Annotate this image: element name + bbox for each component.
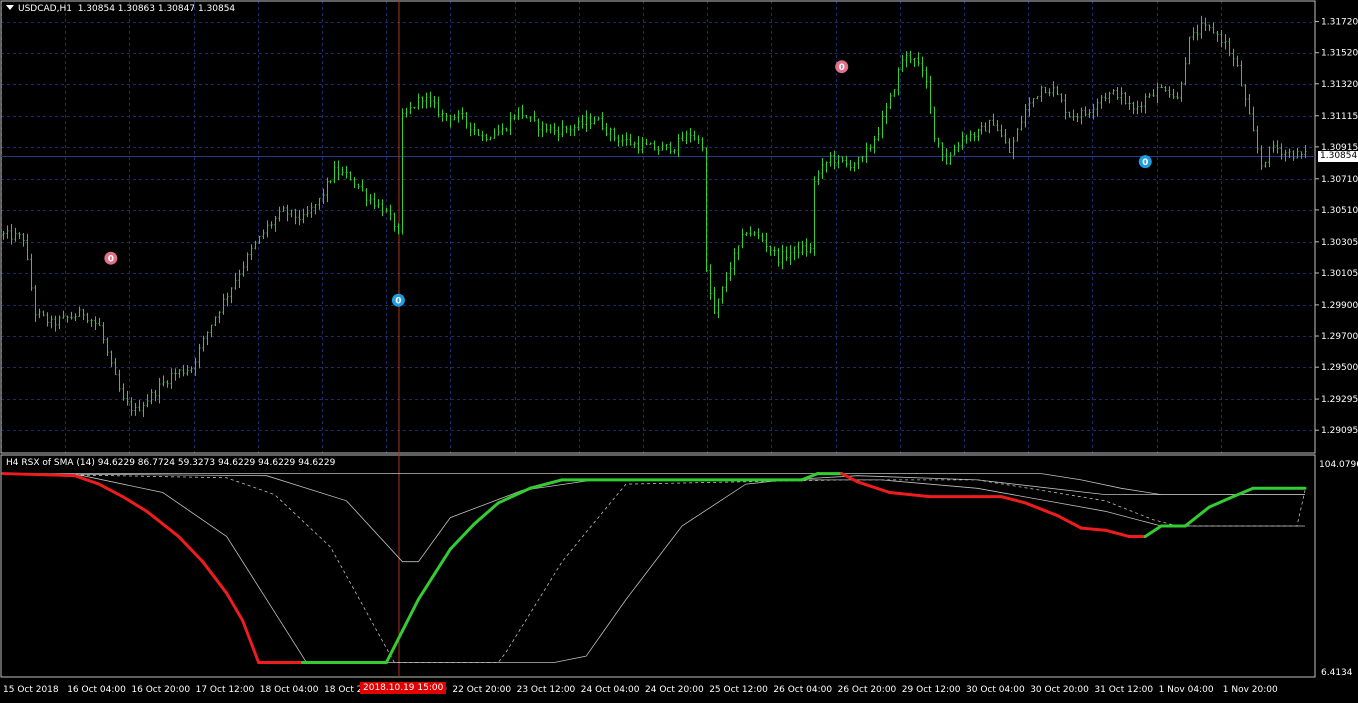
price-tick-label: 1.30105 xyxy=(1321,269,1358,279)
time-tick-label: 18 Oct 04:00 xyxy=(260,685,319,695)
rsx-segment xyxy=(800,472,820,482)
time-tick-label: 30 Oct 20:00 xyxy=(1030,685,1089,695)
symbol-label: USDCAD,H1 xyxy=(18,4,72,14)
grid xyxy=(1,1,1315,453)
rsx-segment xyxy=(97,482,125,499)
price-tick-label: 1.29900 xyxy=(1321,301,1358,311)
indicator-scale-min: 6.4134 xyxy=(1321,668,1353,678)
rsx-segment xyxy=(1103,528,1131,539)
price-tick-label: 1.31115 xyxy=(1321,112,1358,122)
signal-marker-label: 0 xyxy=(395,297,401,307)
time-tick-label: 16 Oct 20:00 xyxy=(131,685,190,695)
time-tick-label: 25 Oct 12:00 xyxy=(709,685,768,695)
time-tick-label: 23 Oct 12:00 xyxy=(517,685,576,695)
time-tick-label: 31 Oct 12:00 xyxy=(1094,685,1153,695)
rsx-segment xyxy=(856,480,892,494)
time-tick-label: 29 Oct 12:00 xyxy=(902,685,961,695)
chart-window[interactable]: 0000 1.31720 1.31520 1.31320 1.31115 1.30915… xyxy=(0,0,1358,700)
chart-canvas[interactable]: 0000 1.317201.315201.313201.311151.30915… xyxy=(0,0,1358,700)
rsx-segment xyxy=(177,535,205,564)
rsx-segment xyxy=(1231,486,1255,499)
rsx-segment xyxy=(400,598,420,633)
rsx-segment xyxy=(241,618,261,664)
signal-marker-label: 0 xyxy=(839,63,845,73)
indicator-scale-max: 104.0796 xyxy=(1319,460,1358,470)
rsx-segment xyxy=(1207,495,1235,509)
rsx-segment xyxy=(1055,514,1083,530)
time-tick-label: 15 Oct 2018 xyxy=(3,685,59,695)
chart-title: USDCAD,H1 1.30854 1.30863 1.30847 1.3085… xyxy=(6,4,235,14)
rsx-segment xyxy=(121,495,149,513)
rsx-segment xyxy=(1079,526,1107,532)
time-tick-label: 22 Oct 20:00 xyxy=(452,685,511,695)
rsx-segment xyxy=(999,495,1027,505)
rsx-segment xyxy=(496,486,532,505)
time-tick-label: 17 Oct 12:00 xyxy=(196,685,255,695)
rsx-segment xyxy=(145,509,181,539)
time-tick-label: 18 Oct 2 xyxy=(324,685,362,695)
price-tick-label: 1.30510 xyxy=(1321,206,1358,216)
rsx-segment xyxy=(384,629,404,664)
current-price-tag: 1.30854 xyxy=(1318,150,1358,162)
time-tick-label: 1 Nov 04:00 xyxy=(1159,685,1214,695)
rsx-segment xyxy=(448,522,476,551)
price-tick-label: 1.30305 xyxy=(1321,238,1358,248)
time-tick-label: 24 Oct 20:00 xyxy=(645,685,704,695)
price-tick-label: 1.29700 xyxy=(1321,332,1358,342)
rsx-segment xyxy=(1183,505,1211,528)
rsx-segment xyxy=(1,472,77,478)
rsx-segment xyxy=(201,560,229,595)
time-axis: 15 Oct 2018 16 Oct 04:00 16 Oct 20:00 17 Oc… xyxy=(3,685,1278,695)
indicator-line-level-thin-1 xyxy=(2,473,1305,663)
main-chart-border xyxy=(0,0,1316,454)
time-tick-label: 24 Oct 04:00 xyxy=(581,685,640,695)
time-axis-highlight: 2018.10.19 15:00 xyxy=(360,682,447,694)
time-tick-label: 30 Oct 04:00 xyxy=(966,685,1025,695)
rsx-segment xyxy=(1143,524,1163,539)
price-tick-label: 1.31720 xyxy=(1321,18,1358,28)
signal-marker-label: 0 xyxy=(1142,158,1148,168)
time-tick-label: 16 Oct 04:00 xyxy=(67,685,126,695)
price-axis: 1.317201.315201.313201.311151.309151.307… xyxy=(1315,18,1358,678)
rsx-segment xyxy=(1023,501,1059,518)
indicator-line-level-thin-3 xyxy=(2,473,1305,563)
price-tick-label: 1.29295 xyxy=(1321,395,1358,405)
rsx-segment xyxy=(225,591,245,622)
signal-markers: 0 0 0 0 xyxy=(104,60,1152,307)
rsx-segment xyxy=(888,490,932,499)
price-tick-label: 1.30710 xyxy=(1321,175,1358,185)
price-tick-label: 1.31520 xyxy=(1321,49,1358,59)
indicator-lines xyxy=(2,473,1306,663)
time-tick-label: 26 Oct 04:00 xyxy=(773,685,832,695)
signal-marker-label: 0 xyxy=(108,255,114,265)
time-tick-label: 1 Nov 20:00 xyxy=(1223,685,1278,695)
price-candles xyxy=(2,15,1307,417)
indicator-line-upper xyxy=(3,473,1305,496)
dropdown-triangle-icon[interactable] xyxy=(6,5,14,10)
indicator-border xyxy=(0,454,1316,678)
price-tick-label: 1.29095 xyxy=(1321,426,1358,436)
indicator-rsx-line xyxy=(1,472,1307,664)
rsx-segment xyxy=(432,547,452,576)
price-tick-label: 1.31320 xyxy=(1321,80,1358,90)
indicator-line-level-thin-2 xyxy=(2,473,1306,663)
rsx-segment xyxy=(840,472,860,484)
indicator-title: H4 RSX of SMA (14) 94.6229 86.7724 59.32… xyxy=(6,458,336,468)
ohlc-values: 1.30854 1.30863 1.30847 1.30854 xyxy=(77,4,236,14)
price-tick-label: 1.29500 xyxy=(1321,363,1358,373)
rsx-segment xyxy=(416,572,436,602)
time-tick-label: 26 Oct 20:00 xyxy=(838,685,897,695)
rsx-segment xyxy=(472,501,500,526)
